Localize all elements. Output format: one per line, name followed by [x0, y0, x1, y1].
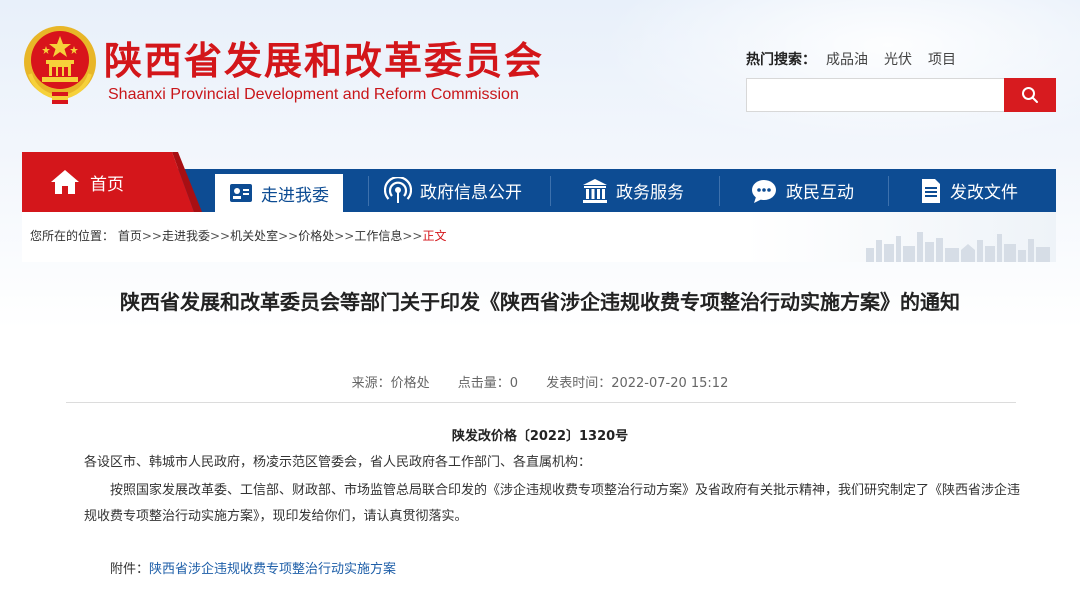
- nav-item-documents[interactable]: 发改文件: [920, 169, 1018, 212]
- article-publish-time: 发表时间：2022-07-20 15:12: [546, 376, 729, 391]
- search-button[interactable]: [1004, 78, 1056, 112]
- nav-item-about[interactable]: 走进我委: [215, 174, 343, 212]
- breadcrumb-bar: 您所在的位置： 首页>>走进我委>>机关处室>>价格处>>工作信息>>正文: [22, 212, 1056, 262]
- hot-search-term[interactable]: 光伏: [884, 49, 912, 69]
- nav-item-label: 政府信息公开: [420, 183, 522, 203]
- breadcrumb-prefix: 您所在的位置：: [30, 229, 115, 243]
- nav-item-label: 发改文件: [950, 183, 1018, 203]
- document-icon: [922, 178, 940, 203]
- breadcrumb-separator: >>: [278, 229, 299, 243]
- hot-search: 热门搜索： 成品油 光伏 项目: [746, 49, 956, 69]
- site-title-english: Shaanxi Provincial Development and Refor…: [108, 86, 519, 103]
- document-number: 陕发改价格〔2022〕1320号: [451, 429, 629, 444]
- nav-item-label: 政务服务: [616, 183, 684, 203]
- search-input[interactable]: [747, 79, 1004, 111]
- article-source: 来源：价格处: [351, 376, 430, 391]
- breadcrumb-separator: >>: [141, 229, 162, 243]
- article-meta: 来源：价格处 点击量：0 发表时间：2022-07-20 15:12: [0, 372, 1080, 391]
- breadcrumb-link[interactable]: 机关处室: [230, 229, 278, 243]
- home-icon: [51, 170, 79, 194]
- search-box: [746, 78, 1056, 112]
- nav-item-interaction[interactable]: 政民互动: [750, 169, 854, 212]
- breadcrumb-link[interactable]: 走进我委: [162, 229, 210, 243]
- nav-item-label: 政民互动: [786, 183, 854, 203]
- article-title: 陕西省发展和改革委员会等部门关于印发《陕西省涉企违规收费专项整治行动实施方案》的…: [120, 290, 960, 314]
- broadcast-icon: [384, 176, 412, 203]
- breadcrumb-link[interactable]: 工作信息: [354, 229, 402, 243]
- article-body-paragraph: 按照国家发展改革委、工信部、财政部、市场监管总局联合印发的《涉企违规收费专项整治…: [84, 483, 1021, 524]
- nav-item-gov-info[interactable]: 政府信息公开: [384, 169, 522, 212]
- divider: [66, 402, 1016, 403]
- article-salutation: 各设区市、韩城市人民政府，杨凌示范区管委会，省人民政府各工作部门、各直属机构：: [84, 455, 592, 470]
- nav-separator: [368, 176, 369, 206]
- hot-search-label: 热门搜索：: [746, 52, 816, 68]
- national-emblem-icon: [24, 26, 96, 104]
- breadcrumb-link[interactable]: 首页: [118, 229, 142, 243]
- nav-item-label: 走进我委: [261, 185, 329, 206]
- nav-item-home[interactable]: 首页: [22, 152, 194, 212]
- attachment-label: 附件：: [110, 562, 150, 577]
- nav-home-label: 首页: [90, 174, 124, 195]
- breadcrumb-current: 正文: [422, 229, 447, 243]
- breadcrumb-separator: >>: [334, 229, 355, 243]
- breadcrumb-separator: >>: [402, 229, 423, 243]
- nav-item-services[interactable]: 政务服务: [582, 169, 684, 212]
- breadcrumb: 您所在的位置： 首页>>走进我委>>机关处室>>价格处>>工作信息>>正文: [30, 227, 446, 244]
- nav-separator: [719, 176, 720, 206]
- nav-separator: [888, 176, 889, 206]
- search-icon: [1022, 87, 1038, 103]
- city-skyline-decoration: [866, 232, 1050, 262]
- main-nav: 首页 走进我委 政府信息公开 政务服务 政民互动 发改文件: [22, 152, 1056, 212]
- site-title-chinese: 陕西省发展和改革委员会: [104, 39, 545, 83]
- article-views: 点击量：0: [457, 376, 519, 391]
- hot-search-term[interactable]: 项目: [928, 49, 956, 69]
- hot-search-term[interactable]: 成品油: [826, 49, 868, 69]
- breadcrumb-link[interactable]: 价格处: [298, 229, 334, 243]
- nav-separator: [550, 176, 551, 206]
- breadcrumb-separator: >>: [209, 229, 231, 243]
- attachment: 附件：陕西省涉企违规收费专项整治行动实施方案: [110, 558, 396, 577]
- attachment-link[interactable]: 陕西省涉企违规收费专项整治行动实施方案: [149, 562, 396, 577]
- chat-bubble-icon: [752, 179, 776, 203]
- government-building-icon: [583, 178, 607, 203]
- id-card-icon: [230, 184, 252, 202]
